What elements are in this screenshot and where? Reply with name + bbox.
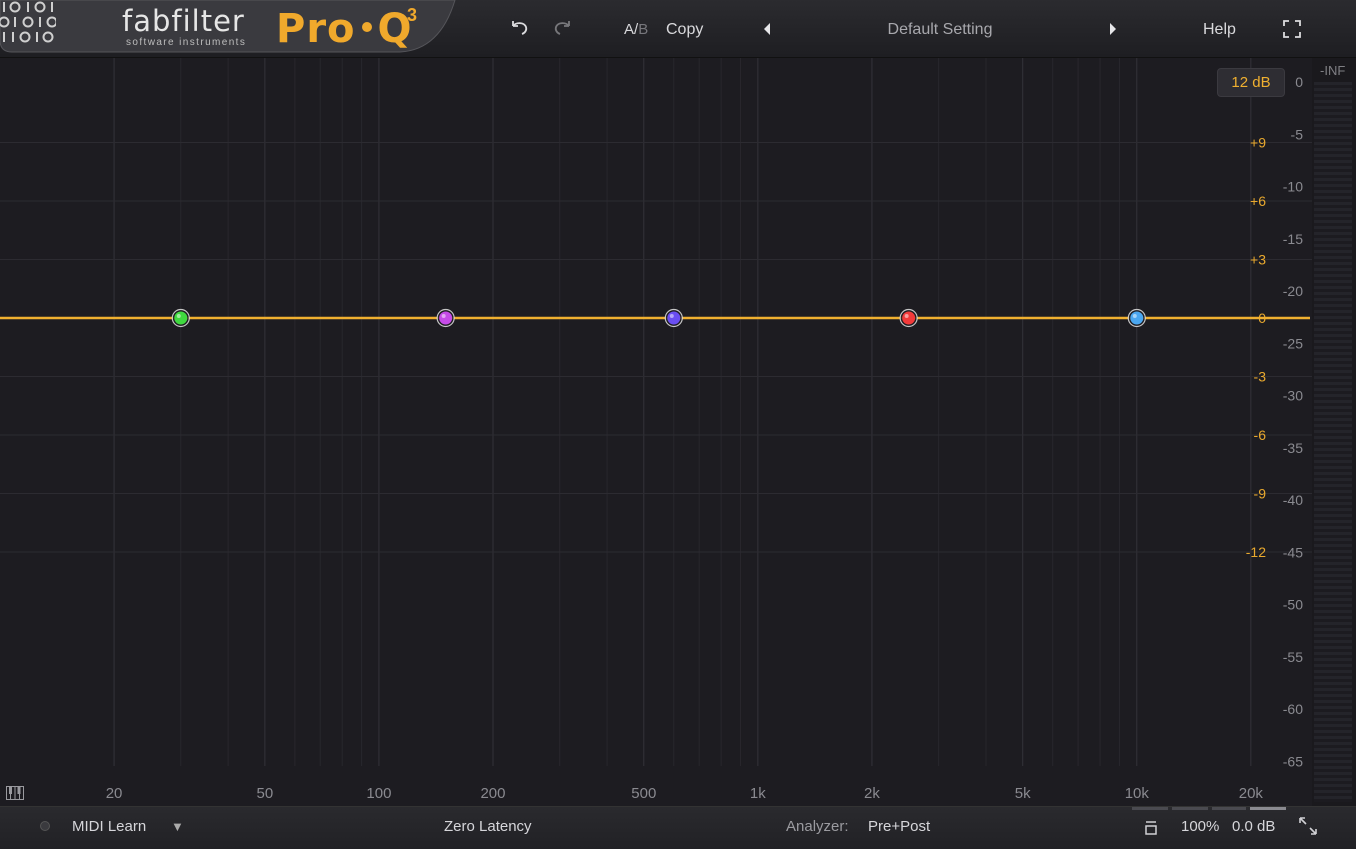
band-node-highlight [441, 314, 446, 318]
help-button[interactable]: Help [1203, 21, 1236, 39]
analyzer-scale-label: -5 [1291, 126, 1304, 142]
ab-toggle[interactable]: A/B [624, 21, 648, 38]
gain-scale-label: +3 [1250, 252, 1266, 268]
footer-tab-compact [1132, 807, 1168, 810]
resize-icon[interactable] [1298, 816, 1318, 841]
eq-display[interactable]: +9+6+30-3-6-9-120-5-10-15-20-25-30-35-40… [0, 58, 1312, 806]
analyzer-scale-label: -30 [1283, 388, 1303, 404]
analyzer-scale-label: -10 [1283, 179, 1303, 195]
band-node-2[interactable] [436, 308, 455, 328]
output-gain-control[interactable]: 0.0 dB [1232, 818, 1275, 835]
gain-scale-label: -3 [1254, 369, 1267, 385]
gain-scale-label: -12 [1246, 544, 1266, 560]
band-node-fill [174, 311, 188, 325]
band-node-fill [902, 311, 916, 325]
midi-learn-button[interactable]: MIDI Learn [72, 818, 146, 835]
analyzer-scale-label: -50 [1283, 597, 1303, 613]
band-node-5[interactable] [1127, 308, 1146, 328]
fullscreen-icon[interactable] [1283, 20, 1301, 43]
analyzer-scale-label: 0 [1295, 74, 1303, 90]
brand-subtitle: software instruments [126, 37, 247, 48]
prev-preset-icon[interactable] [762, 22, 772, 41]
freq-label: 5k [1015, 785, 1031, 802]
footer-tab-zoom [1172, 807, 1208, 810]
analyzer-scale-label: -20 [1283, 283, 1303, 299]
analyzer-scale-label: -65 [1283, 753, 1303, 769]
analyzer-label: Analyzer: [786, 818, 849, 835]
band-node-1[interactable] [171, 308, 190, 328]
copy-button[interactable]: Copy [666, 21, 703, 39]
compact-icon[interactable] [1140, 817, 1162, 839]
analyzer-scale-label: -60 [1283, 701, 1303, 717]
ab-a-label: A/ [624, 21, 639, 38]
product-word: Pro [276, 6, 356, 52]
gain-scale-label: +9 [1250, 135, 1266, 151]
band-node-fill [1130, 311, 1144, 325]
gain-scale-label: -9 [1254, 486, 1267, 502]
display-range-selector[interactable]: 12 dB [1217, 68, 1285, 97]
band-node-3[interactable] [664, 308, 683, 328]
output-meter: -INF [1312, 58, 1356, 806]
product-name: Pro Q [276, 6, 413, 52]
footer-bar: MIDI Learn ▼ Zero Latency Analyzer: Pre+… [0, 806, 1356, 849]
product-version: 3 [407, 5, 418, 25]
footer-tab-gain [1212, 807, 1246, 810]
freq-label: 2k [864, 785, 880, 802]
freq-label: 100 [366, 785, 391, 802]
eq-graph[interactable]: +9+6+30-3-6-9-120-5-10-15-20-25-30-35-40… [0, 58, 1312, 806]
grid-lines [0, 58, 1312, 766]
next-preset-icon[interactable] [1108, 22, 1118, 41]
freq-label: 50 [257, 785, 274, 802]
freq-label: 20 [106, 785, 123, 802]
band-node-highlight [669, 314, 674, 318]
zoom-selector[interactable]: 100% [1181, 818, 1219, 835]
fabfilter-logo-icon [0, 1, 56, 43]
gain-scale-label: +6 [1250, 193, 1266, 209]
logo: fabfilter software instruments Pro Q 3 [0, 0, 470, 56]
band-node-highlight [904, 314, 909, 318]
product-dot [361, 22, 372, 32]
piano-icon[interactable] [6, 786, 24, 805]
band-node-4[interactable] [899, 308, 918, 328]
analyzer-scale-label: -45 [1283, 544, 1303, 560]
analyzer-mode-selector[interactable]: Pre+Post [868, 818, 930, 835]
meter-top-label: -INF [1320, 63, 1346, 78]
latency-mode-selector[interactable]: Zero Latency [444, 818, 532, 835]
meter-bar [1314, 82, 1352, 802]
analyzer-scale-label: -15 [1283, 231, 1303, 247]
footer-tab-active [1250, 807, 1286, 810]
band-node-highlight [176, 314, 181, 318]
ab-b-label: B [638, 21, 649, 38]
midi-led-indicator [40, 821, 50, 831]
freq-label: 200 [480, 785, 505, 802]
freq-label: 1k [750, 785, 766, 802]
redo-icon[interactable] [552, 20, 572, 41]
analyzer-scale-label: -55 [1283, 649, 1303, 665]
chevron-down-icon[interactable]: ▼ [171, 819, 184, 834]
gain-scale-label: -6 [1254, 427, 1267, 443]
band-node-fill [439, 311, 453, 325]
brand-name: fabfilter [122, 4, 245, 38]
band-node-fill [667, 311, 681, 325]
freq-label: 10k [1125, 785, 1150, 802]
analyzer-scale-label: -35 [1283, 440, 1303, 456]
analyzer-scale-label: -25 [1283, 335, 1303, 351]
analyzer-scale-label: -40 [1283, 492, 1303, 508]
header-bar: fabfilter software instruments Pro Q 3 A/… [0, 0, 1356, 58]
scale-labels: +9+6+30-3-6-9-120-5-10-15-20-25-30-35-40… [106, 74, 1303, 802]
band-node-highlight [1132, 314, 1137, 318]
undo-icon[interactable] [510, 20, 530, 41]
preset-name[interactable]: Default Setting [840, 21, 1040, 39]
freq-label: 500 [631, 785, 656, 802]
freq-label: 20k [1239, 785, 1264, 802]
